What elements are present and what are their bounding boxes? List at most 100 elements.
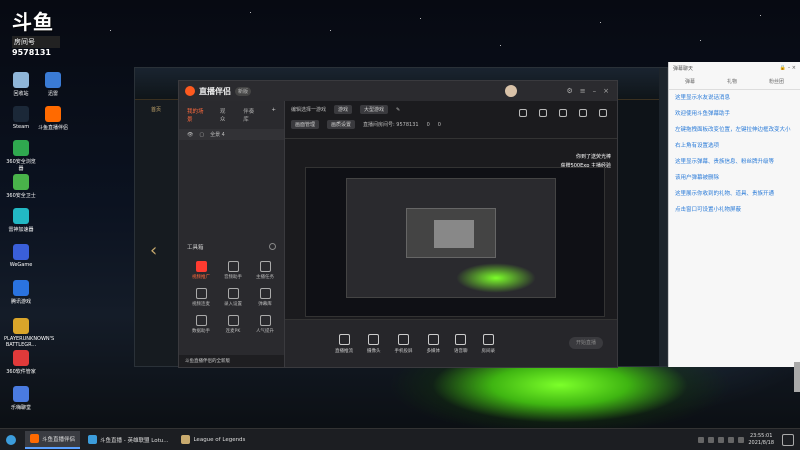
add-tab-button[interactable]: + bbox=[271, 107, 276, 123]
tool-item[interactable]: 弹幕库 bbox=[249, 288, 281, 307]
edit-icon[interactable]: ✎ bbox=[396, 107, 400, 113]
stream-preview[interactable] bbox=[305, 167, 605, 317]
close-icon[interactable]: × bbox=[603, 87, 609, 95]
tab-danmu[interactable]: 弹幕 bbox=[685, 78, 695, 85]
danmu-chat-panel[interactable]: 弹幕聊天 🔒 – × 弹幕 礼物 粉丝团 这里显示水友说话消息 欢迎使用斗鱼弹幕助… bbox=[668, 62, 800, 367]
toolbar-button[interactable]: 语音聊 bbox=[454, 333, 468, 354]
taskbar-apps: 斗鱼直播伴侣 斗鱼直播 - 英雄联盟 Lotu... League of Legen… bbox=[22, 430, 250, 449]
toolbar-button[interactable]: 手机投屏 bbox=[394, 333, 413, 354]
tab-fans[interactable]: 粉丝团 bbox=[769, 78, 784, 85]
desktop-icon[interactable]: 斗鱼直播伴侣 bbox=[36, 106, 70, 131]
room-info: 编辑选择一游戏 游戏 大型游戏 ✎ 画面管理 画质设置 直播间房间号: 9578… bbox=[285, 101, 617, 139]
menu-icon[interactable]: ≡ bbox=[580, 87, 586, 95]
avatar[interactable] bbox=[505, 85, 517, 97]
notification-icon[interactable] bbox=[782, 433, 794, 446]
tool-label: 音频助手 bbox=[224, 275, 242, 280]
live-companion-window[interactable]: 直播伴侣 新版 ⚙ ≡ – × 我的场景 观众 伴奏库 + 👁 ▢ 全景 4 工… bbox=[178, 80, 618, 368]
desktop-icon[interactable]: 回收站 bbox=[4, 72, 38, 97]
lol-left-panel bbox=[135, 100, 181, 366]
minimize-icon[interactable]: – bbox=[593, 87, 597, 95]
lol-scrollbar[interactable] bbox=[659, 68, 667, 366]
desktop-icon[interactable]: 迅雷 bbox=[36, 72, 70, 97]
lock-icon[interactable] bbox=[539, 109, 547, 117]
room-number: 直播间房间号: 9578131 bbox=[363, 122, 419, 128]
clock[interactable]: 23:55:01 2021/8/18 bbox=[748, 433, 774, 447]
start-live-button[interactable]: 开始直播 bbox=[569, 337, 603, 349]
desktop-icon[interactable]: 360软件管家 bbox=[4, 350, 38, 375]
watermark-room-number: 9578131 bbox=[12, 48, 51, 57]
lock-icon[interactable]: ▢ bbox=[199, 132, 204, 138]
desktop-icon[interactable]: 360安全卫士 bbox=[4, 174, 38, 199]
tool-item[interactable]: 视频推广 bbox=[185, 261, 217, 280]
lol-home-tab[interactable]: 首页 bbox=[151, 106, 161, 113]
desktop-icon[interactable]: PLAYERUNKNOWN'S BATTLEGR... bbox=[4, 318, 54, 348]
tool-item[interactable]: 视频连麦 bbox=[185, 288, 217, 307]
scene-tabs: 我的场景 观众 伴奏库 + bbox=[179, 101, 284, 129]
tray-icon[interactable] bbox=[698, 436, 705, 443]
category-tag[interactable]: 游戏 bbox=[334, 105, 353, 114]
toolbar-label: 房间录 bbox=[481, 348, 496, 354]
desktop-icon[interactable]: 360安全浏览器 bbox=[4, 140, 38, 172]
bell-icon[interactable] bbox=[579, 109, 587, 117]
tab-music[interactable]: 伴奏库 bbox=[243, 107, 257, 123]
chat-controls[interactable]: 🔒 – × bbox=[780, 65, 796, 71]
tool-item[interactable]: 连麦PK bbox=[217, 315, 249, 334]
desktop-icon[interactable]: 雷神加速器 bbox=[4, 208, 38, 233]
tray-icon[interactable] bbox=[718, 436, 725, 443]
category-label[interactable]: 编辑选择一游戏 bbox=[291, 106, 326, 113]
tool-icon bbox=[195, 261, 207, 272]
tray-icon[interactable] bbox=[708, 436, 715, 443]
toolbar-icon bbox=[338, 333, 350, 345]
toolbar-button[interactable]: 房间录 bbox=[481, 333, 496, 354]
toolbar-button[interactable]: 直播推流 bbox=[335, 333, 353, 354]
gift-icon[interactable] bbox=[519, 109, 527, 117]
app-icon bbox=[13, 106, 29, 122]
toolbar-button[interactable]: 多媒体 bbox=[426, 333, 441, 354]
filter-button-1[interactable]: 画面管理 bbox=[291, 120, 320, 129]
watermark-room-label: 房间号 bbox=[12, 36, 60, 48]
tool-item[interactable]: 录入设置 bbox=[217, 288, 249, 307]
tab-gifts[interactable]: 礼物 bbox=[727, 78, 737, 85]
taskbar-app[interactable]: 斗鱼直播 - 英雄联盟 Lotu... bbox=[83, 431, 173, 449]
filter-button-2[interactable]: 画质设置 bbox=[327, 120, 356, 129]
volume-icon[interactable] bbox=[738, 436, 745, 443]
tool-item[interactable]: 音频助手 bbox=[217, 261, 249, 280]
bottom-notice[interactable]: 斗鱼直播伴侣的全新版 bbox=[179, 355, 284, 367]
tool-item[interactable]: 主播任务 bbox=[249, 261, 281, 280]
tool-label: 主播任务 bbox=[256, 275, 274, 280]
scroll-handle[interactable] bbox=[794, 362, 800, 392]
window-controls: ⚙ ≡ – × bbox=[566, 87, 609, 95]
tab-audience[interactable]: 观众 bbox=[220, 107, 229, 123]
chevron-left-icon[interactable]: ‹ bbox=[150, 240, 157, 261]
settings-icon[interactable]: ⚙ bbox=[566, 87, 572, 95]
tool-item[interactable]: 人气提升 bbox=[249, 315, 281, 334]
bag-icon[interactable] bbox=[559, 109, 567, 117]
taskbar-app[interactable]: 斗鱼直播伴侣 bbox=[25, 430, 81, 449]
network-icon[interactable] bbox=[728, 436, 735, 443]
tool-item[interactable]: 数据助手 bbox=[185, 315, 217, 334]
desktop-icon[interactable]: Steam bbox=[4, 106, 38, 130]
more-icon[interactable] bbox=[269, 243, 276, 250]
desktop-icon[interactable]: 乐嗨聊堂 bbox=[4, 386, 38, 411]
tool-label: 视频连麦 bbox=[192, 302, 210, 307]
tab-scenes[interactable]: 我的场景 bbox=[187, 107, 206, 123]
toolbar-label: 手机投屏 bbox=[394, 348, 413, 354]
start-button[interactable] bbox=[0, 429, 22, 450]
toolbar-icon bbox=[427, 333, 439, 345]
taskbar-app-icon bbox=[88, 435, 98, 444]
watermark-logo: 斗鱼 bbox=[12, 10, 54, 34]
version-badge[interactable]: 新版 bbox=[235, 86, 252, 96]
app-icon bbox=[13, 350, 29, 366]
desktop-icon[interactable]: WeGame bbox=[4, 244, 38, 268]
scene-row[interactable]: 👁 ▢ 全景 4 bbox=[179, 129, 284, 140]
companion-title: 直播伴侣 bbox=[199, 86, 231, 96]
eye-icon[interactable]: 👁 bbox=[187, 132, 193, 138]
chat-message: 这里显示水友说话消息 bbox=[675, 95, 731, 101]
desktop-icon[interactable]: 腾讯游戏 bbox=[4, 280, 38, 305]
room-title[interactable]: 大型游戏 bbox=[360, 105, 389, 114]
tool-label: 人气提升 bbox=[256, 329, 274, 334]
taskbar-app[interactable]: League of Legends bbox=[176, 431, 250, 449]
toolbar-label: 多媒体 bbox=[426, 348, 441, 354]
toolbar-button[interactable]: 摄像头 bbox=[367, 333, 381, 354]
share-icon[interactable] bbox=[599, 109, 607, 117]
